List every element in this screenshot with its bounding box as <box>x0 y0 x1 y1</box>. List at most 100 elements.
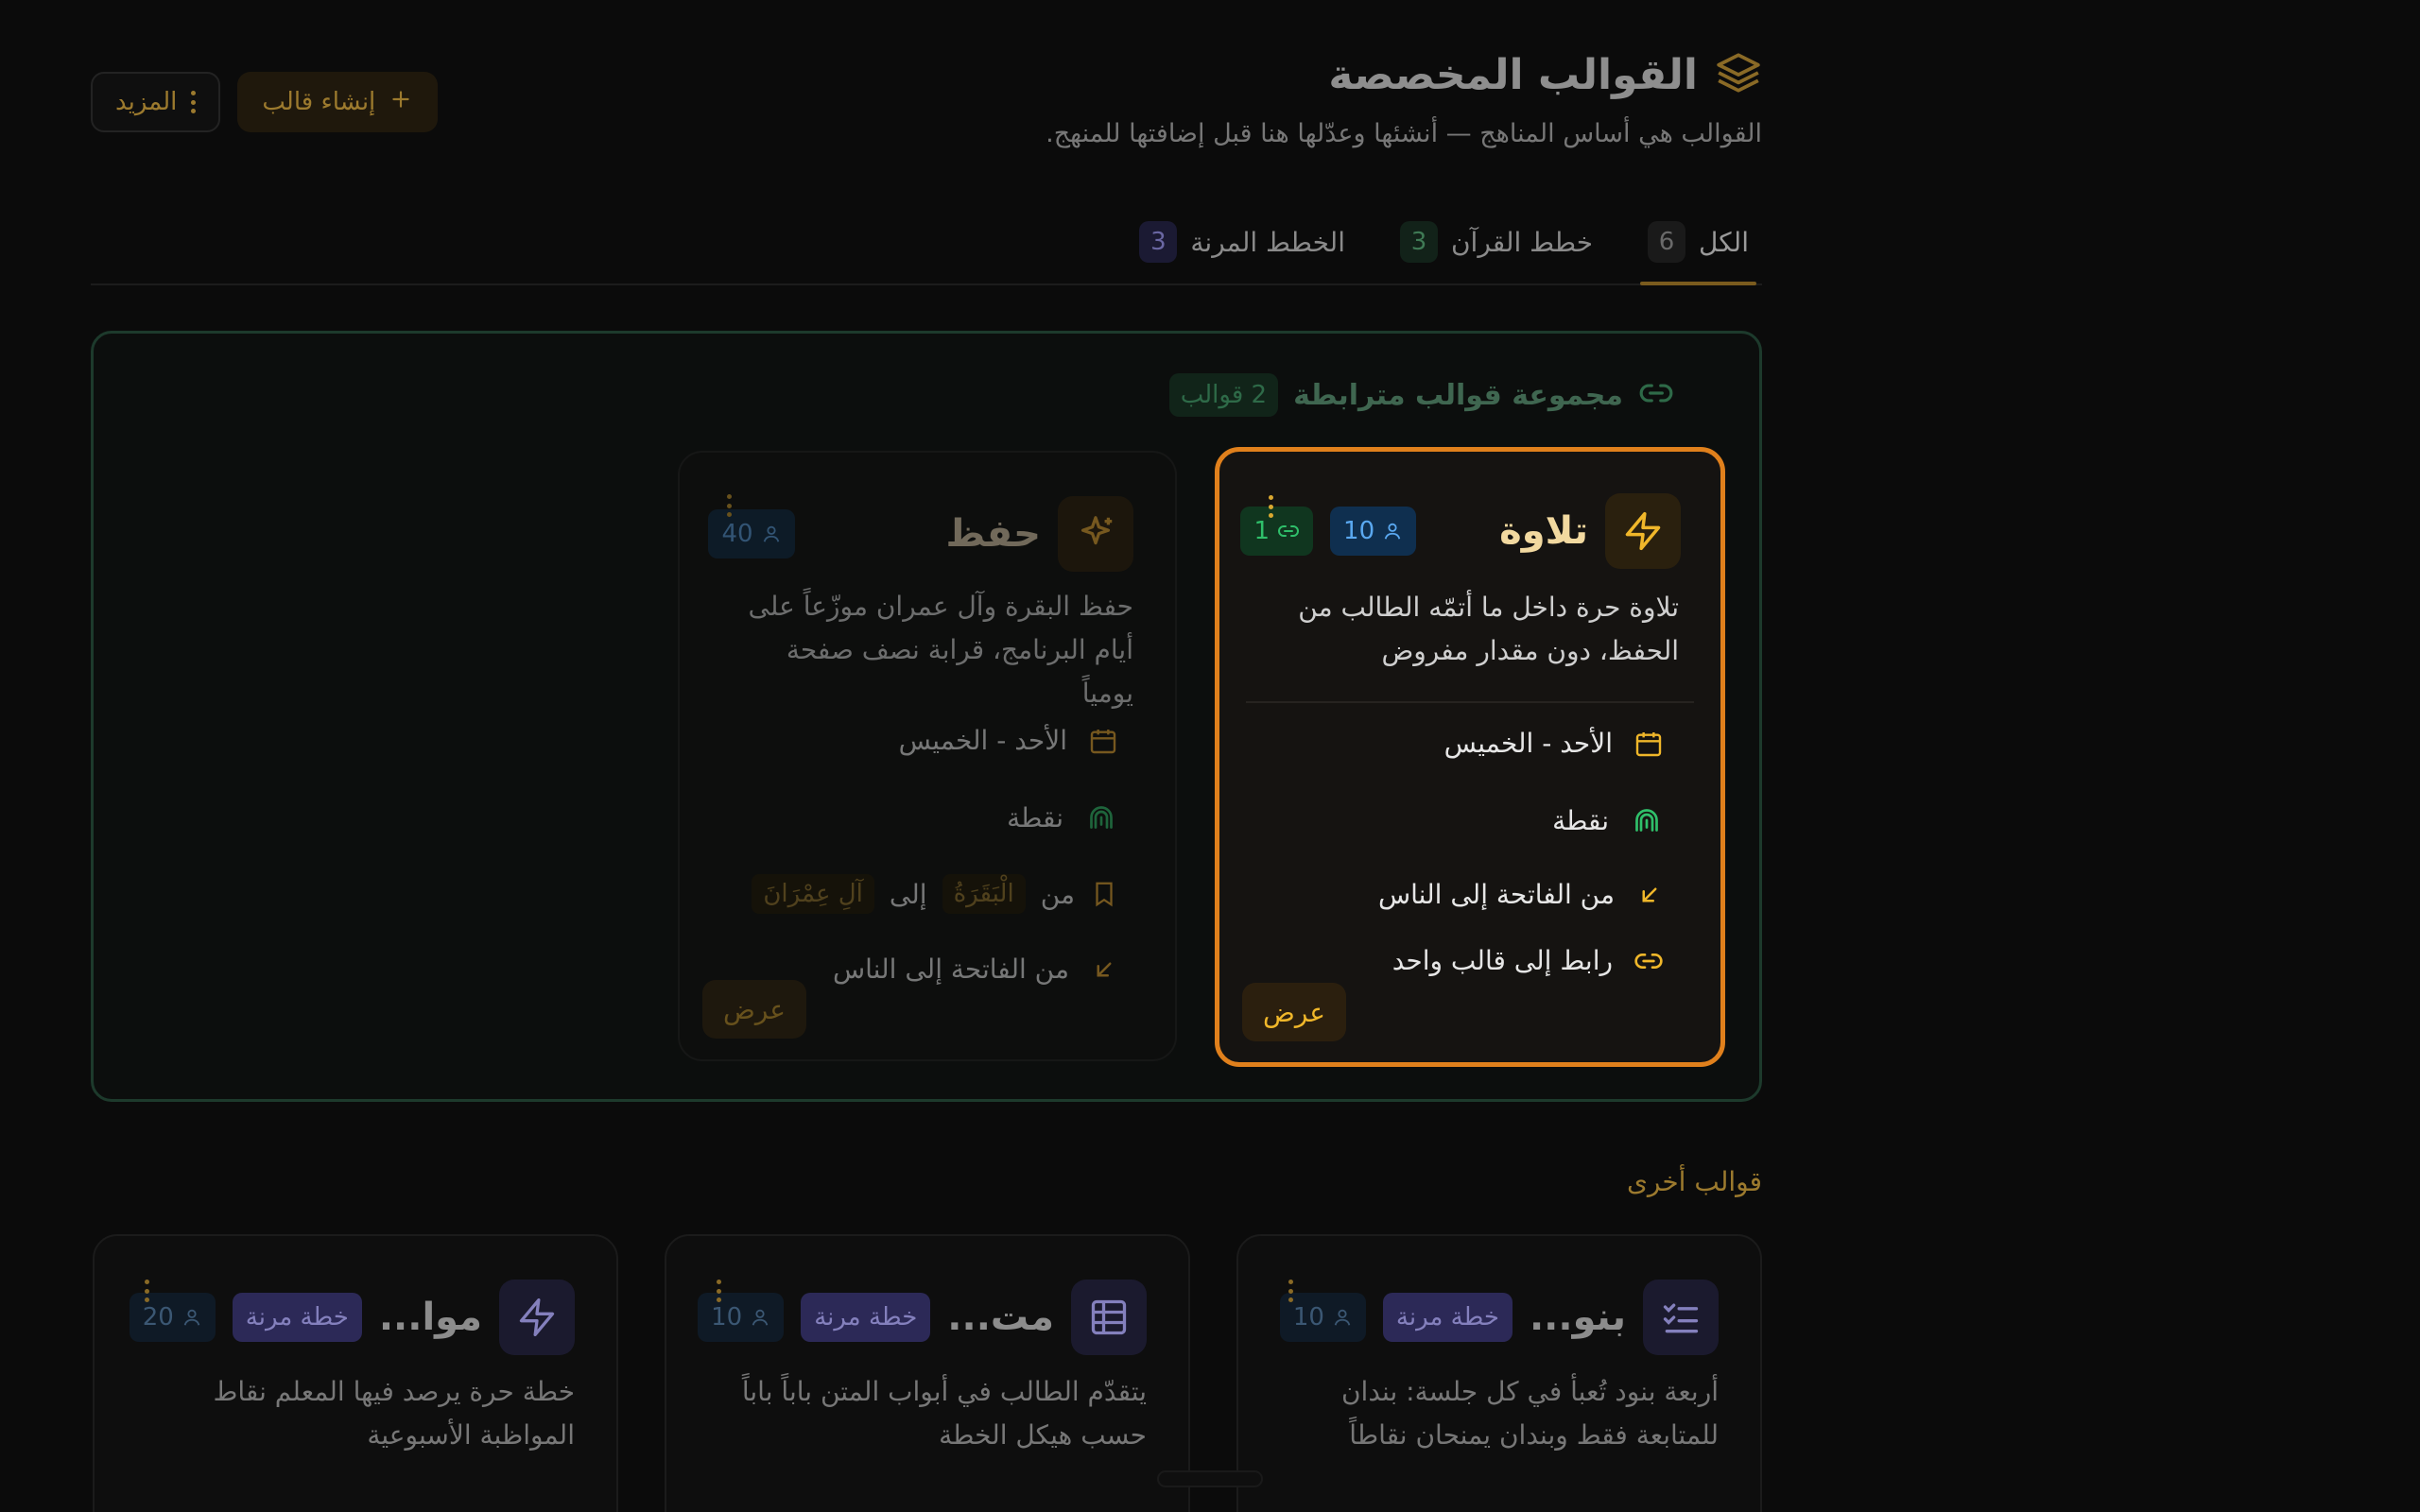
user-icon <box>1334 1309 1351 1326</box>
card-title: مت... <box>947 1296 1054 1339</box>
card-description: يتقدّم الطالب في أبواب المتن باباً باباً… <box>741 1376 1147 1451</box>
range-text: من الفاتحة إلى الناس <box>832 954 1069 985</box>
links-count-chip: 1 <box>1240 507 1314 556</box>
from-word: من <box>1040 878 1075 910</box>
card-menu-icon[interactable] <box>726 494 732 517</box>
card-description: حفظ البقرة وآل عمران موزّعاً على أيام ال… <box>748 591 1133 709</box>
table-icon <box>1071 1280 1147 1355</box>
calendar-icon <box>1635 731 1662 756</box>
card-title: حفظ <box>945 512 1041 556</box>
title-row: القوالب المخصصة <box>1328 49 1762 100</box>
user-icon <box>752 1309 769 1326</box>
card-header: حفظ 40 <box>708 496 1133 572</box>
tab-all[interactable]: الكل 6 <box>1640 221 1756 285</box>
list-checks-icon <box>1643 1280 1719 1355</box>
link-icon <box>1638 375 1674 415</box>
card-header: بنو... خطة مرنة 10 <box>1279 1280 1719 1355</box>
tab-quran-plans[interactable]: خطط القرآن 3 <box>1399 221 1594 282</box>
link-text: رابط إلى قالب واحد <box>1392 945 1613 976</box>
scoring-type: نقطة <box>1552 804 1609 836</box>
users-count: 10 <box>711 1303 743 1332</box>
link-row: رابط إلى قالب واحد <box>1392 945 1664 976</box>
card-menu-icon[interactable] <box>1268 495 1273 518</box>
tab-label: الكل <box>1699 226 1749 258</box>
link-icon <box>1634 953 1663 969</box>
links-count: 1 <box>1253 517 1270 545</box>
flex-plan-tag: خطة مرنة <box>1382 1293 1512 1342</box>
range-row: من الفاتحة إلى الناس <box>1378 879 1664 910</box>
card-menu-icon[interactable] <box>1288 1280 1293 1302</box>
users-count: 40 <box>721 520 753 548</box>
kebab-icon <box>190 91 196 113</box>
scoring-type: نقطة <box>1007 801 1063 833</box>
users-count-chip: 20 <box>129 1293 216 1342</box>
card-menu-icon[interactable] <box>716 1280 721 1302</box>
group-header: مجموعة قوالب مترابطة 2 قوالب <box>1168 373 1674 417</box>
card-header: تلاوة 10 1 <box>1240 493 1681 569</box>
tab-flexible-plans[interactable]: الخطط المرنة 3 <box>1139 221 1345 282</box>
user-icon <box>1384 523 1401 540</box>
page-header: القوالب المخصصة القوالب هي أساس المناهج … <box>91 49 1762 163</box>
card-header: مت... خطة مرنة 10 <box>698 1280 1147 1355</box>
fingerprint-icon <box>1635 809 1658 832</box>
view-button[interactable]: عرض <box>1242 983 1347 1041</box>
to-word: إلى <box>889 878 927 910</box>
flex-plan-tag: خطة مرنة <box>232 1293 362 1342</box>
app-root: القوالب المخصصة القوالب هي أساس المناهج … <box>0 0 2420 1512</box>
range-row: من الفاتحة إلى الناس <box>833 954 1118 985</box>
calendar-icon <box>1090 729 1116 753</box>
layers-icon <box>1715 49 1762 100</box>
users-count: 10 <box>1343 517 1375 545</box>
more-button[interactable]: المزيد <box>91 72 221 132</box>
tab-label: خطط القرآن <box>1450 226 1594 258</box>
arrow-down-left-icon <box>1097 962 1112 976</box>
sparkles-icon <box>1058 496 1133 572</box>
card-title: تلاوة <box>1499 509 1588 553</box>
template-card-hifz[interactable]: حفظ 40 حفظ البقرة وآل عمران موزّعاً على … <box>678 451 1177 1061</box>
schedule-days: الأحد - الخميس <box>1443 728 1613 759</box>
scoring-row: نقطة <box>1552 803 1664 837</box>
card-header: موا... خطة مرنة 20 <box>129 1280 575 1355</box>
range-text: من الفاتحة إلى الناس <box>1377 879 1615 910</box>
card-menu-icon[interactable] <box>144 1280 149 1302</box>
group-title: مجموعة قوالب مترابطة <box>1293 378 1623 412</box>
to-surah: آلِ عِمْرَانَ <box>752 874 874 914</box>
card-title: بنو... <box>1529 1296 1626 1339</box>
tab-label: الخطط المرنة <box>1190 226 1345 258</box>
filter-tabs: الكل 6 خطط القرآن 3 الخطط المرنة 3 <box>91 206 1762 285</box>
card-title: موا... <box>378 1296 482 1339</box>
surah-range-row: من الْبَقَرَةُ إلى آلِ عِمْرَانَ <box>752 874 1118 914</box>
bookmark-icon <box>1096 882 1113 907</box>
users-count: 10 <box>1292 1303 1324 1332</box>
flex-plan-tag: خطة مرنة <box>801 1293 931 1342</box>
schedule-days: الأحد - الخميس <box>898 725 1067 756</box>
template-card-flex-attendance[interactable]: موا... خطة مرنة 20 خطة حرة يرصد فيها الم… <box>93 1234 618 1512</box>
schedule-row: الأحد - الخميس <box>899 725 1118 756</box>
linked-templates-group: مجموعة قوالب مترابطة 2 قوالب تلاوة 10 1 <box>91 331 1762 1102</box>
card-description: خطة حرة يرصد فيها المعلم نقاط المواظبة ا… <box>213 1376 576 1451</box>
lightning-icon <box>1605 493 1681 569</box>
lightning-icon <box>499 1280 575 1355</box>
user-icon <box>763 525 779 542</box>
template-card-flex-items[interactable]: بنو... خطة مرنة 10 أربعة بنود تُعبأ في ك… <box>1236 1234 1762 1512</box>
horizontal-scroll-handle[interactable] <box>1157 1470 1263 1487</box>
group-count-badge: 2 قوالب <box>1168 373 1279 417</box>
other-templates-heading: قوالب أخرى <box>1626 1166 1762 1197</box>
template-card-tilawa[interactable]: تلاوة 10 1 تلاوة حرة داخل ما أتمّه الطال… <box>1215 447 1725 1067</box>
create-template-button[interactable]: إنشاء قالب <box>237 72 439 132</box>
fingerprint-icon <box>1090 806 1113 829</box>
arrow-down-left-icon <box>1642 887 1657 902</box>
view-button[interactable]: عرض <box>702 980 807 1039</box>
scoring-row: نقطة <box>1007 800 1118 834</box>
from-surah: الْبَقَرَةُ <box>942 874 1026 914</box>
page-title: القوالب المخصصة <box>1328 50 1698 99</box>
user-icon <box>183 1309 200 1326</box>
template-card-flex-matn[interactable]: مت... خطة مرنة 10 يتقدّم الطالب في أبواب… <box>665 1234 1190 1512</box>
tab-count: 3 <box>1399 221 1438 263</box>
users-count-chip: 40 <box>708 509 795 558</box>
card-divider <box>1246 701 1694 703</box>
card-description: أربعة بنود تُعبأ في كل جلسة: بندان للمتا… <box>1340 1376 1719 1451</box>
users-count-chip: 10 <box>698 1293 785 1342</box>
header-actions: المزيد إنشاء قالب <box>91 72 439 132</box>
create-label: إنشاء قالب <box>262 88 376 116</box>
